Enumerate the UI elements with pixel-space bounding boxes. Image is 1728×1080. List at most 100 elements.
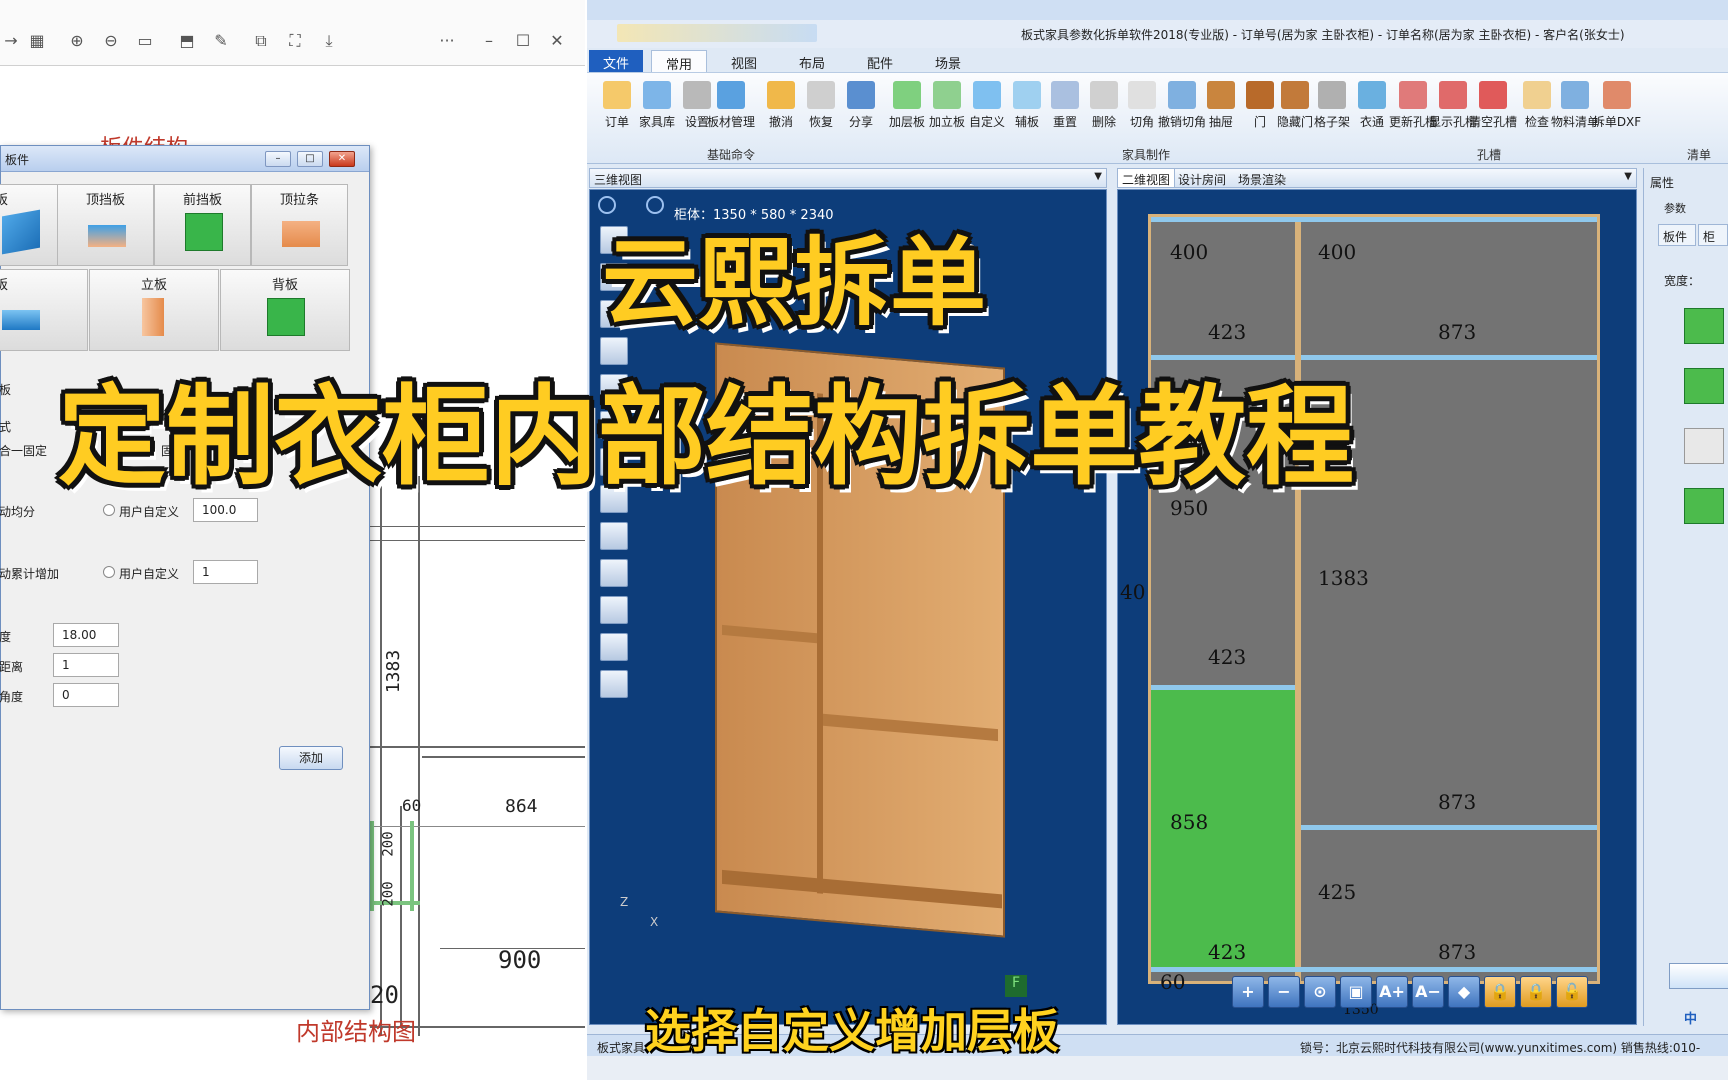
wardrobe-shelf-left <box>722 624 817 644</box>
props-shape-3-icon[interactable] <box>1684 428 1724 464</box>
top-fascia-icon <box>88 225 126 247</box>
ribbon-button-6[interactable]: 分享 <box>841 81 881 130</box>
zoom-out-icon[interactable]: − <box>1268 976 1300 1008</box>
tab-scene-render[interactable]: 场景渲染 <box>1238 171 1286 188</box>
copy-icon[interactable]: ⧉ <box>250 30 272 52</box>
tab-2d-view[interactable]: 二维视图 <box>1118 169 1176 187</box>
zoom-in-icon[interactable]: ⊕ <box>66 30 88 52</box>
ribbon-button-icon <box>1318 81 1346 109</box>
tab-file[interactable]: 文件 <box>589 50 644 72</box>
ribbon-button-24[interactable]: 物料清单 <box>1551 81 1599 130</box>
props-shape-2-icon[interactable] <box>1684 368 1724 404</box>
overlay-subtitle: 定制衣柜内部结构拆单教程 <box>58 375 1355 500</box>
fit-width-icon[interactable]: ▭ <box>134 30 156 52</box>
app-window: 板式家具参数化拆单软件2018(专业版) - 订单号(居为家 主卧衣柜) - 订… <box>587 0 1728 1080</box>
font-larger-icon[interactable]: A+ <box>1376 976 1408 1008</box>
overlay-title: 云熙拆单 <box>602 227 986 339</box>
dim-left-top: 400 <box>1170 240 1209 264</box>
angle-input[interactable]: 0 <box>53 683 119 707</box>
tile-horizontal-panel[interactable]: 横板 <box>0 269 88 351</box>
tile-back-panel[interactable]: 背板 <box>220 269 350 351</box>
grid-view-icon[interactable]: ▦ <box>26 30 48 52</box>
zoom-out-icon[interactable]: ⊖ <box>100 30 122 52</box>
lock-alt-icon[interactable]: 🔒 <box>1520 976 1552 1008</box>
tile-vertical-panel[interactable]: 立板 <box>89 269 219 351</box>
minimize-icon[interactable]: – <box>478 30 500 52</box>
tab-accessories[interactable]: 配件 <box>853 50 907 72</box>
download-icon[interactable]: ⤓ <box>318 30 340 52</box>
ribbon-button-icon <box>1281 81 1309 109</box>
pane-2d-dropdown-icon[interactable]: ▼ <box>1624 171 1632 182</box>
dialog-close-button[interactable]: ✕ <box>329 151 355 167</box>
more-icon[interactable]: ··· <box>436 30 458 52</box>
rotate-icon[interactable]: ⬒ <box>176 30 198 52</box>
side-tool-icon[interactable] <box>600 522 628 550</box>
side-tool-icon[interactable] <box>600 559 628 587</box>
dim-200a: 200 <box>380 831 397 857</box>
tab-view[interactable]: 视图 <box>717 50 771 72</box>
props-tab-cabinet[interactable]: 柜 <box>1698 224 1728 246</box>
ribbon-button-19[interactable]: 衣通 <box>1352 81 1392 130</box>
side-tool-icon[interactable] <box>600 670 628 698</box>
ribbon-button-icon <box>1358 81 1386 109</box>
tile-top-fascia[interactable]: 顶挡板 <box>57 184 154 266</box>
unlock-icon[interactable]: 🔓 <box>1556 976 1588 1008</box>
props-shape-4-icon[interactable] <box>1684 488 1724 524</box>
back-icon[interactable]: → <box>0 30 22 52</box>
layer-icon[interactable]: ◆ <box>1448 976 1480 1008</box>
dim-864: 864 <box>505 796 538 817</box>
tab-common[interactable]: 常用 <box>651 50 708 73</box>
tile-front-fascia[interactable]: 前挡板 <box>154 184 251 266</box>
close-icon[interactable]: ✕ <box>546 30 568 52</box>
props-shape-1-icon[interactable] <box>1684 308 1724 344</box>
quick-access-toolbar[interactable] <box>617 24 817 42</box>
ribbon-button-icon <box>683 81 711 109</box>
dim-left-width-3: 423 <box>1208 940 1247 964</box>
add-button[interactable]: 添加 <box>279 746 343 770</box>
zoom-fit-icon[interactable]: ⊙ <box>1304 976 1336 1008</box>
tile-top-rail[interactable]: 顶拉条 <box>251 184 348 266</box>
dialog-minimize-button[interactable]: – <box>265 151 291 167</box>
ribbon-button-icon <box>1090 81 1118 109</box>
dim-left-width-1: 423 <box>1208 320 1247 344</box>
zoom-in-icon[interactable]: + <box>1232 976 1264 1008</box>
ribbon-button-icon <box>1479 81 1507 109</box>
ribbon-button-icon <box>1523 81 1551 109</box>
thickness-input[interactable]: 18.00 <box>53 623 119 647</box>
side-tool-icon[interactable] <box>600 633 628 661</box>
ribbon-button-22[interactable]: 清空孔槽 <box>1469 81 1517 130</box>
camera-icon[interactable]: ▣ <box>1340 976 1372 1008</box>
pane-3d-dropdown-icon[interactable]: ▼ <box>1094 171 1102 182</box>
front-view-icon[interactable]: F <box>1005 975 1027 997</box>
ribbon-button-icon <box>1207 81 1235 109</box>
ribbon-button-icon <box>1246 81 1274 109</box>
props-tab-panel[interactable]: 板件 <box>1658 224 1696 246</box>
dialog-title: 板件 <box>5 153 30 167</box>
ribbon-button-25[interactable]: 拆单DXF <box>1593 81 1641 130</box>
edit-icon[interactable]: ✎ <box>210 30 232 52</box>
fullscreen-icon[interactable]: ⛶ <box>284 30 306 52</box>
dim-200b: 200 <box>380 881 397 907</box>
lock-icon[interactable]: 🔒 <box>1484 976 1516 1008</box>
inset-input[interactable]: 1 <box>53 653 119 677</box>
drawing-caption: 内部结构图 <box>296 1018 416 1046</box>
tile-top-panel[interactable]: 顶板 <box>0 184 58 266</box>
font-smaller-icon[interactable]: A− <box>1412 976 1444 1008</box>
custom-radio-2[interactable] <box>103 566 115 578</box>
maximize-icon[interactable]: ☐ <box>512 30 534 52</box>
ribbon-button-3[interactable]: 板材管理 <box>707 81 755 130</box>
wardrobe-base <box>722 869 1002 909</box>
props-apply-button[interactable] <box>1669 963 1728 989</box>
custom-value-2-input[interactable]: 1 <box>193 560 258 584</box>
dialog-maximize-button[interactable]: □ <box>297 151 323 167</box>
ribbon-button-icon <box>973 81 1001 109</box>
side-tool-icon[interactable] <box>600 596 628 624</box>
pane-3d-header: 三维视图 ▼ <box>589 168 1107 188</box>
ribbon-button-icon <box>767 81 795 109</box>
view-2d[interactable]: 400 400 423 873 950 1383 423 858 873 425… <box>1117 189 1637 1025</box>
horizontal-panel-icon <box>2 310 40 330</box>
top-panel-icon <box>2 209 40 255</box>
tab-layout[interactable]: 布局 <box>785 50 839 72</box>
tab-design-room[interactable]: 设计房间 <box>1178 171 1226 188</box>
tab-scene[interactable]: 场景 <box>921 50 975 72</box>
